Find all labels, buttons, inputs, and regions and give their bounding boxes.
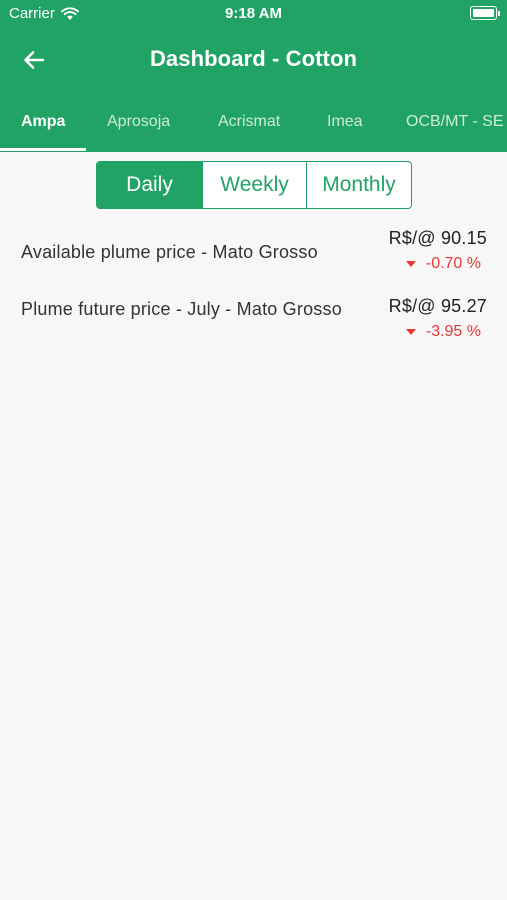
active-tab-indicator xyxy=(0,148,86,151)
period-daily-button[interactable]: Daily xyxy=(97,162,202,208)
tab-aprosoja[interactable]: Aprosoja xyxy=(107,113,170,131)
period-monthly-button[interactable]: Monthly xyxy=(306,162,411,208)
price-value: R$/@ 90.15 xyxy=(388,228,487,248)
price-change: -3.95 % xyxy=(405,323,481,341)
price-label: Plume future price - July - Mato Grosso xyxy=(21,299,342,319)
status-time: 9:18 AM xyxy=(225,5,282,22)
tab-imea[interactable]: Imea xyxy=(327,113,363,131)
page-title: Dashboard - Cotton xyxy=(149,46,358,71)
tab-ampa[interactable]: Ampa xyxy=(21,113,65,131)
period-selector: Daily Weekly Monthly xyxy=(96,161,412,209)
price-change: -0.70 % xyxy=(405,255,481,273)
trend-down-icon xyxy=(405,261,416,267)
source-tabs: Ampa Aprosoja Acrismat Imea OCB/MT - SE xyxy=(0,100,507,152)
tab-ocb-mt[interactable]: OCB/MT - SE xyxy=(406,113,504,131)
price-change-value: -3.95 % xyxy=(425,323,481,340)
price-change-value: -0.70 % xyxy=(425,255,481,272)
trend-down-icon xyxy=(405,329,416,335)
battery-icon xyxy=(470,6,500,20)
status-bar: Carrier 9:18 AM xyxy=(0,0,507,28)
period-weekly-button[interactable]: Weekly xyxy=(202,162,306,208)
app-header: Carrier 9:18 AM Dashboard - Cotton Ampa … xyxy=(0,0,507,152)
tab-acrismat[interactable]: Acrismat xyxy=(218,113,280,131)
price-value: R$/@ 95.27 xyxy=(388,296,487,316)
price-label: Available plume price - Mato Grosso xyxy=(21,242,318,262)
